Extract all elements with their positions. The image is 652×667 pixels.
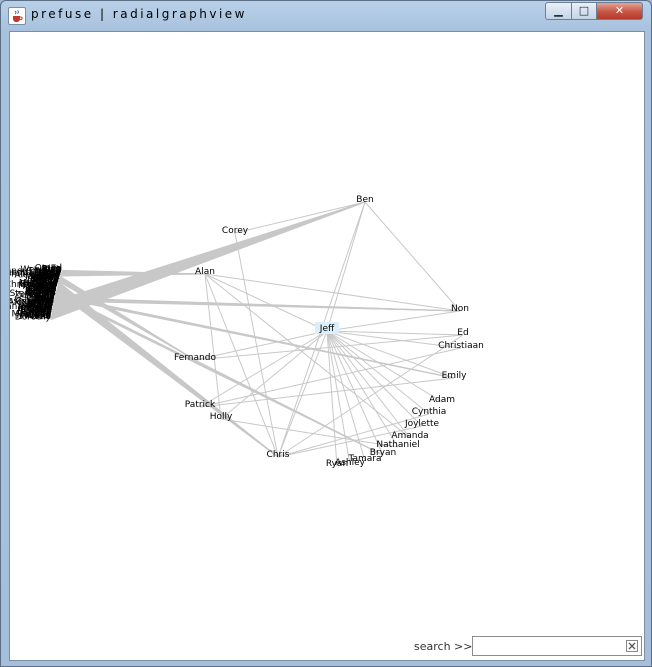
edge-layer	[50, 201, 464, 467]
app-window: prefuse | radialgraphview ▁ □ ✕ Jeff Ben C…	[0, 0, 652, 667]
close-button[interactable]: ✕	[596, 2, 643, 20]
graph-edge	[55, 293, 384, 456]
graph-leaf-node[interactable]: Dorothy	[15, 313, 52, 323]
graph-edge	[326, 310, 461, 332]
graph-edge	[234, 232, 279, 458]
graph-node[interactable]: Christiaan	[438, 341, 484, 351]
graph-node[interactable]: Corey	[222, 226, 249, 236]
node-layer: Jeff Ben Corey Alan Non Fernando Ed Christiaan E…	[10, 195, 484, 469]
maximize-button[interactable]: □	[571, 2, 597, 20]
graph-node[interactable]: Non	[451, 304, 469, 314]
graph-node[interactable]: Cynthia	[412, 407, 447, 417]
graph-node[interactable]: Ben	[356, 195, 373, 205]
graph-edge	[199, 347, 462, 408]
graph-edge	[326, 201, 366, 332]
graph-edge	[234, 201, 366, 234]
graph-node[interactable]: Emily	[442, 371, 467, 381]
title-bar[interactable]: prefuse | radialgraphview ▁ □ ✕	[1, 1, 651, 31]
graph-edge	[220, 330, 328, 420]
search-input[interactable]	[475, 638, 623, 654]
graph-node[interactable]: Patrick	[185, 400, 216, 410]
graph-node[interactable]: Fernando	[174, 353, 216, 363]
focus-node[interactable]: Jeff	[319, 324, 335, 334]
graph-edge	[326, 330, 430, 415]
graph-node[interactable]: Chris	[267, 450, 290, 460]
graph-node[interactable]: Joylette	[404, 419, 440, 429]
window-title: prefuse | radialgraphview	[31, 7, 247, 21]
graph-node[interactable]: Alan	[195, 267, 215, 277]
graph-edge	[204, 273, 222, 420]
java-cup-icon[interactable]	[8, 7, 26, 25]
clear-search-icon[interactable]	[626, 640, 638, 652]
graph-edge	[326, 330, 399, 448]
graph-node[interactable]: Holly	[210, 412, 233, 422]
graph-node[interactable]: Ryan	[326, 459, 348, 469]
radial-graph-canvas[interactable]: Jeff Ben Corey Alan Non Fernando Ed Christiaan E…	[9, 31, 645, 661]
search-field[interactable]	[472, 636, 642, 656]
minimize-button[interactable]: ▁	[545, 2, 572, 20]
search-label: search >>	[414, 640, 473, 653]
graph-edge	[364, 201, 461, 312]
graph-svg[interactable]: Jeff Ben Corey Alan Non Fernando Ed Christiaan E…	[10, 32, 644, 632]
graph-edge	[326, 330, 464, 336]
graph-node[interactable]: Adam	[429, 395, 455, 405]
graph-node[interactable]: Ed	[457, 328, 468, 338]
